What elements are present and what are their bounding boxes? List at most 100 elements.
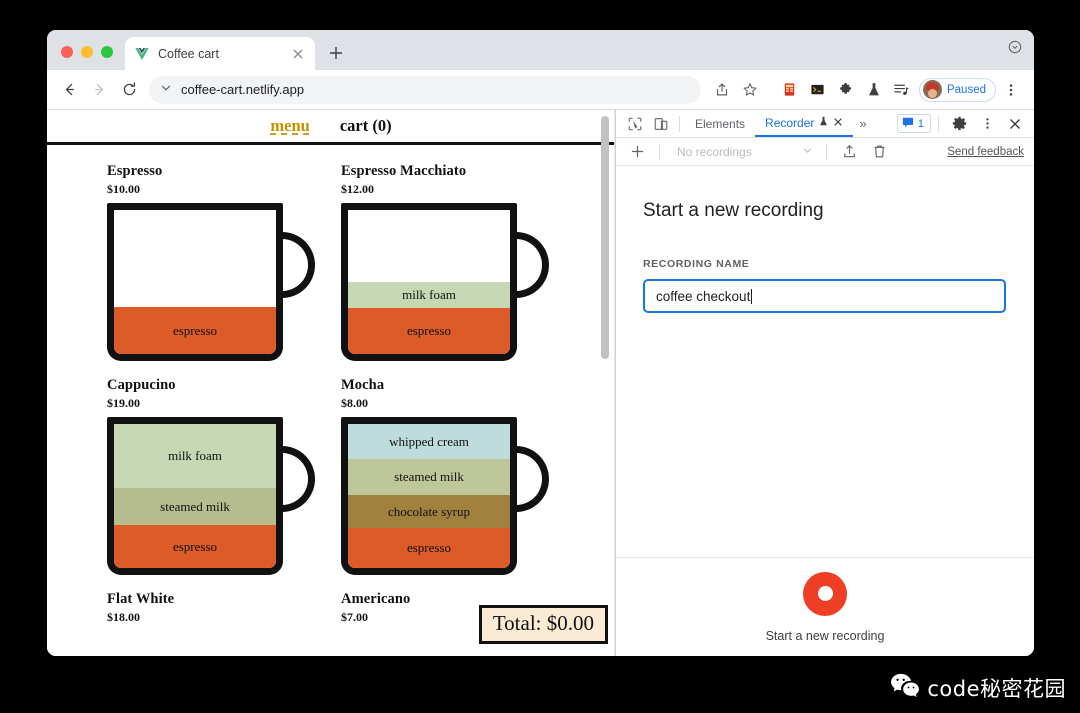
coffee-cup[interactable]: whipped cream steamed milk chocolate syrup… (341, 417, 549, 575)
flask-icon (818, 116, 829, 130)
coffee-cup[interactable]: milk foam steamed milk espresso (107, 417, 315, 575)
close-icon[interactable] (290, 46, 306, 62)
watermark-text: code秘密花园 (927, 676, 1066, 701)
device-toolbar-icon[interactable] (648, 112, 674, 136)
issues-message-icon (902, 116, 914, 131)
gear-icon[interactable] (946, 112, 972, 136)
new-tab-button[interactable] (322, 39, 350, 67)
record-circle-icon[interactable] (803, 571, 847, 616)
reading-list-icon[interactable] (889, 77, 915, 103)
close-icon[interactable] (1002, 112, 1028, 136)
coffee-name: Espresso Macchiato (341, 163, 467, 179)
profile-paused-chip[interactable]: Paused (918, 77, 996, 102)
browser-toolbar: coffee-cart.netlify.app Paused (47, 70, 1034, 110)
nav-link-cart[interactable]: cart (0) (340, 116, 392, 136)
browser-tab[interactable]: Coffee cart (125, 37, 315, 70)
trash-icon[interactable] (866, 140, 892, 164)
reload-icon[interactable] (115, 76, 143, 104)
issues-count: 1 (917, 117, 924, 130)
coffee-item[interactable]: Espresso $10.00 espresso (107, 163, 341, 361)
vue-logo-icon (134, 46, 150, 62)
flask-icon[interactable] (861, 77, 887, 103)
coffee-name: Flat White (107, 591, 175, 607)
chevron-down-icon[interactable] (160, 82, 172, 97)
devtools-tabbar: Elements Recorder » 1 (616, 110, 1034, 138)
coffee-price: $18.00 (107, 610, 140, 624)
recorder-heading: Start a new recording (643, 200, 824, 221)
cup-layer (114, 210, 276, 307)
tab-recorder-label: Recorder (765, 115, 815, 130)
coffee-cup[interactable]: milk foam espresso (341, 203, 549, 361)
inspect-element-icon[interactable] (622, 112, 648, 136)
tab-elements[interactable]: Elements (685, 110, 755, 137)
total-badge[interactable]: Total: $0.00 (478, 605, 608, 644)
cup-layer: milk foam (114, 424, 276, 488)
recorder-toolbar: No recordings Send feedback (616, 138, 1034, 166)
coffee-name: Cappucino (107, 377, 176, 393)
tabstrip-options-button[interactable] (1008, 40, 1034, 70)
paused-label: Paused (946, 83, 986, 96)
watermark: code秘密花园 (890, 672, 1066, 703)
recorder-main: Start a new recording RECORDING NAME cof… (616, 166, 1034, 557)
coffee-name: Espresso (107, 163, 163, 179)
terminal-icon[interactable] (805, 77, 831, 103)
browser-window: Coffee cart coffee-cart.netlify.app Paus… (47, 30, 1034, 656)
kebab-menu-icon[interactable] (998, 77, 1024, 103)
forward-arrow-icon[interactable] (85, 76, 113, 104)
chevron-down-icon (802, 145, 813, 159)
send-feedback-link[interactable]: Send feedback (947, 146, 1024, 158)
minimize-window-button[interactable] (81, 46, 93, 58)
upload-icon[interactable] (836, 140, 862, 164)
extension-red-icon[interactable] (777, 77, 803, 103)
coffee-cart-page: menu cart (0) Espresso $10.00 espresso Espr… (47, 110, 615, 656)
coffee-item[interactable]: Mocha $8.00 whipped cream steamed milk choco… (341, 377, 575, 575)
cup-layer: whipped cream (348, 424, 510, 459)
page-scrollbar[interactable] (598, 110, 613, 656)
nav-link-menu[interactable]: menu (270, 116, 309, 136)
bookmark-star-icon[interactable] (737, 77, 763, 103)
devtools-panel: Elements Recorder » 1 No recordings Send… (615, 110, 1034, 656)
start-recording-footer: Start a new recording (616, 557, 1034, 656)
cup-body: whipped cream steamed milk chocolate syrup… (341, 417, 517, 575)
puzzle-piece-icon[interactable] (833, 77, 859, 103)
coffee-price: $19.00 (107, 396, 140, 410)
close-window-button[interactable] (61, 46, 73, 58)
coffee-price: $10.00 (107, 182, 140, 196)
maximize-window-button[interactable] (101, 46, 113, 58)
back-arrow-icon[interactable] (55, 76, 83, 104)
tab-elements-label: Elements (695, 116, 746, 131)
address-bar[interactable]: coffee-cart.netlify.app (149, 75, 701, 104)
issues-chip[interactable]: 1 (896, 114, 931, 133)
coffee-price: $12.00 (341, 182, 374, 196)
text-caret (751, 288, 753, 304)
cup-body: milk foam steamed milk espresso (107, 417, 283, 575)
content-area: menu cart (0) Espresso $10.00 espresso Espr… (47, 110, 1034, 656)
share-icon[interactable] (709, 77, 735, 103)
coffee-item[interactable]: Flat White $18.00 (107, 591, 341, 625)
url-text: coffee-cart.netlify.app (181, 82, 305, 97)
cup-layer: steamed milk (348, 459, 510, 495)
coffee-item[interactable]: Cappucino $19.00 milk foam steamed milk espr… (107, 377, 341, 575)
more-tabs-button[interactable]: » (853, 116, 872, 131)
recording-name-label: RECORDING NAME (643, 258, 750, 270)
start-recording-label[interactable]: Start a new recording (766, 629, 885, 643)
cup-layer: espresso (114, 307, 276, 354)
recording-name-value: coffee checkout (656, 288, 751, 304)
coffee-price: $8.00 (341, 396, 368, 410)
wechat-icon (890, 672, 920, 703)
close-icon[interactable] (833, 116, 843, 130)
kebab-menu-icon[interactable] (974, 112, 1000, 136)
coffee-cup[interactable]: espresso (107, 203, 315, 361)
cup-body: milk foam espresso (341, 203, 517, 361)
tab-recorder[interactable]: Recorder (755, 110, 854, 137)
cup-layer: espresso (348, 528, 510, 568)
recordings-placeholder: No recordings (677, 144, 752, 159)
recordings-select[interactable]: No recordings (669, 142, 817, 162)
scrollbar-thumb[interactable] (601, 116, 609, 359)
panel-divider[interactable] (614, 110, 615, 656)
coffee-item[interactable]: Espresso Macchiato $12.00 milk foam espress… (341, 163, 575, 361)
recording-name-input[interactable]: coffee checkout (643, 279, 1006, 313)
coffee-menu-grid: Espresso $10.00 espresso Espresso Macchiato… (47, 145, 615, 625)
cup-layer: espresso (348, 308, 510, 354)
plus-icon[interactable] (624, 140, 650, 164)
